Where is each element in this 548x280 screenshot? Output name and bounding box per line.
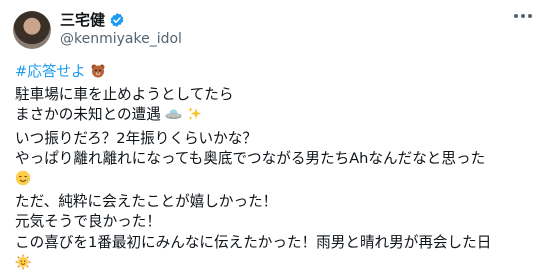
display-name[interactable]: 三宅健 (60, 10, 105, 30)
sparkles-emoji (187, 106, 203, 128)
post-text: #応答せよ 駐車場に車を止めようとしてたら まさかの未知との遭遇 いつ振りだろ？… (15, 62, 540, 276)
post-line-3: いつ振りだろ？2年振りくらいかな？ (15, 129, 257, 147)
user-handle[interactable]: @kenmiyake_idol (60, 30, 182, 48)
post-line-2: まさかの未知との遭遇 (15, 106, 161, 124)
author-name-row: 三宅健 (60, 10, 125, 30)
post-line-2-row: まさかの未知との遭遇 (15, 105, 540, 128)
teddy-bear-emoji (90, 63, 106, 85)
hashtag-line: #応答せよ (15, 62, 540, 85)
post-line-7: この喜びを1番最初にみんなに伝えたかった！雨男と晴れ男が再会した日 (15, 233, 492, 251)
verified-badge-icon (109, 12, 125, 28)
post-line-4: やっぱり離れ離れになっても奥底でつながる男たちAhなんだなと思った (15, 149, 486, 167)
sun-with-face-emoji (15, 253, 31, 276)
post-line-5: ただ、純粋に会えたことが嬉しかった！ (15, 193, 278, 211)
post-line-1: 駐車場に車を止めようとしてたら (15, 86, 234, 104)
post-line-6: 元気そうで良かった！ (15, 213, 161, 231)
smiling-face-with-tear-emoji (15, 170, 31, 192)
more-options-icon[interactable] (514, 14, 532, 18)
smile-tear-row (15, 169, 540, 192)
post-avatar[interactable] (13, 11, 51, 49)
sun-row (15, 253, 540, 276)
hashtag-link[interactable]: #応答せよ (15, 63, 86, 80)
flying-saucer-emoji (165, 106, 182, 128)
